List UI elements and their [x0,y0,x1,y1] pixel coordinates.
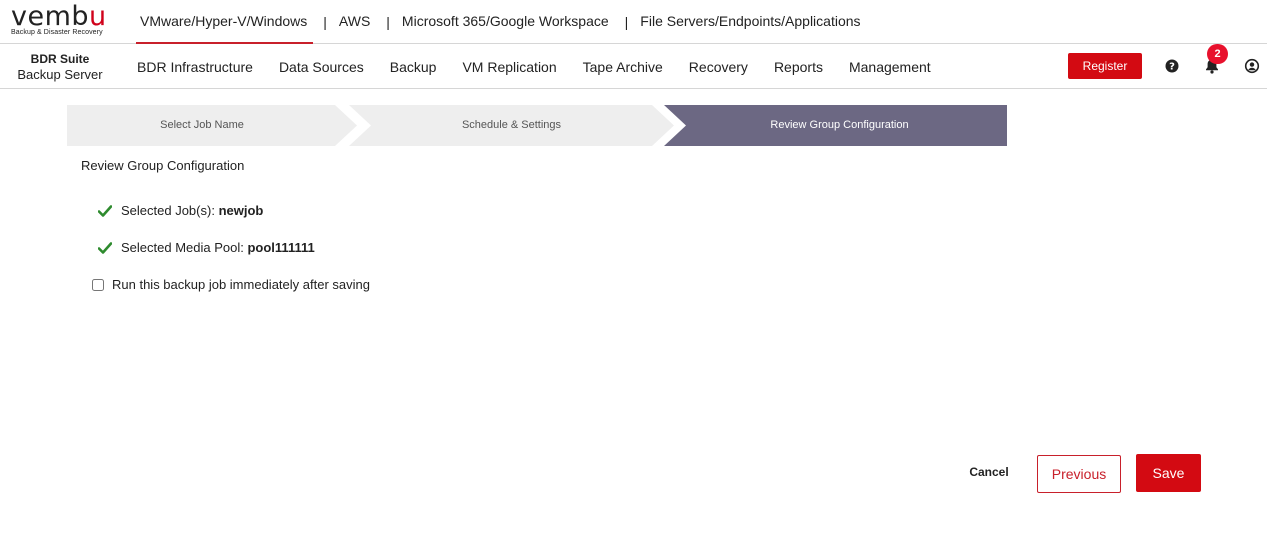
vembu-logo[interactable]: vembu Backup & Disaster Recovery [11,3,111,41]
run-immediately-label: Run this backup job immediately after sa… [112,277,370,292]
check-icon [98,204,112,217]
previous-button[interactable]: Previous [1037,455,1121,493]
svg-text:?: ? [1169,62,1175,73]
wizard-stepper: Select Job Name Schedule & Settings Revi… [67,105,1007,146]
tab-separator: | [323,14,327,30]
selected-jobs-row: Selected Job(s): newjob [98,203,263,218]
run-immediately-checkbox[interactable] [92,278,104,291]
cancel-button[interactable]: Cancel [962,462,1016,482]
tab-file-servers[interactable]: File Servers/Endpoints/Applications [636,0,866,44]
logo-tagline: Backup & Disaster Recovery [11,29,103,36]
product-tabs: VMware/Hyper-V/Windows | AWS | Microsoft… [136,0,867,44]
tab-microsoft365-google[interactable]: Microsoft 365/Google Workspace [398,0,615,44]
nav-menu: BDR Infrastructure Data Sources Backup V… [124,44,944,89]
run-immediately-option[interactable]: Run this backup job immediately after sa… [91,277,370,292]
nav-recovery[interactable]: Recovery [676,59,761,75]
tab-separator: | [386,14,390,30]
step-schedule-settings[interactable]: Schedule & Settings [349,105,674,146]
nav-reports[interactable]: Reports [761,59,836,75]
selected-media-pool-value: pool111111 [247,240,315,255]
main-nav-bar: BDR Suite Backup Server BDR Infrastructu… [0,44,1267,89]
tab-vmware-hyperv-windows[interactable]: VMware/Hyper-V/Windows [136,0,314,44]
save-button[interactable]: Save [1136,454,1201,492]
step-review-group-configuration[interactable]: Review Group Configuration [664,105,1007,146]
nav-data-sources[interactable]: Data Sources [266,59,377,75]
nav-vm-replication[interactable]: VM Replication [449,59,569,75]
register-button[interactable]: Register [1068,53,1142,79]
product-brand: BDR Suite Backup Server [17,52,103,82]
selected-media-pool-label: Selected Media Pool: [121,240,244,255]
nav-backup[interactable]: Backup [377,59,450,75]
nav-management[interactable]: Management [836,59,944,75]
top-bar: vembu Backup & Disaster Recovery VMware/… [0,0,1267,44]
check-icon [98,241,112,254]
nav-tape-archive[interactable]: Tape Archive [570,59,676,75]
tab-separator: | [624,14,629,30]
help-icon[interactable]: ? [1164,58,1180,74]
notification-badge: 2 [1207,44,1228,64]
user-icon[interactable] [1244,58,1260,74]
step-select-job-name[interactable]: Select Job Name [67,105,357,146]
selected-media-pool-row: Selected Media Pool: pool111111 [98,240,315,255]
nav-bdr-infrastructure[interactable]: BDR Infrastructure [124,59,266,75]
selected-jobs-value: newjob [218,203,264,218]
section-title: Review Group Configuration [81,158,245,173]
tab-aws[interactable]: AWS [335,0,376,44]
selected-jobs-label: Selected Job(s): [121,203,215,218]
